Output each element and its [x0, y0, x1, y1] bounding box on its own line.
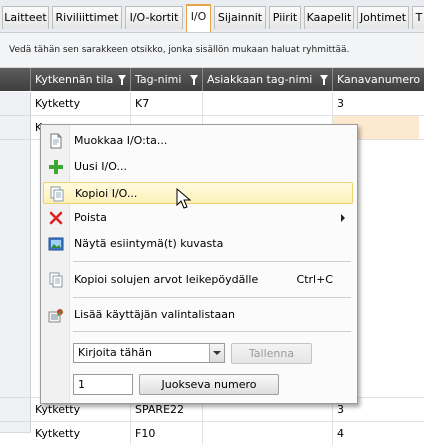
tab-johtimet[interactable]: Johtimet — [357, 6, 409, 29]
start-number-value: 1 — [78, 378, 85, 391]
column-header-status[interactable]: Kytkennän tila — [31, 68, 131, 91]
table-row[interactable]: Kytketty K7 3 — [31, 92, 424, 116]
menu-item-delete[interactable]: Poista — [43, 207, 353, 229]
column-header-tag[interactable]: Tag-nimi — [131, 68, 203, 91]
tab-more[interactable]: T — [412, 6, 424, 29]
start-number-field[interactable]: 1 — [73, 374, 133, 395]
tab-piirit[interactable]: Piirit — [269, 6, 301, 29]
cell-tag[interactable]: F10 — [131, 422, 203, 445]
menu-item-label: Poista — [74, 211, 107, 224]
clipboard-copy-icon — [49, 272, 63, 288]
row-selector[interactable] — [0, 398, 31, 422]
menu-item-new-io[interactable]: Uusi I/O... — [43, 156, 353, 178]
cell-status[interactable]: Kytketty — [31, 422, 131, 445]
menu-separator — [73, 331, 351, 332]
cell-customer-tag[interactable] — [203, 422, 333, 445]
menu-item-label: Muokkaa I/O:ta... — [74, 134, 168, 147]
cell-channel[interactable]: 4 — [333, 422, 424, 445]
tab-io-kortit[interactable]: I/O-kortit — [125, 6, 183, 29]
menu-item-copy-cells[interactable]: Kopioi solujen arvot leikepöydälle Ctrl+… — [43, 269, 353, 291]
tab-riviliittimet[interactable]: Riviliittimet — [52, 6, 122, 29]
column-header-tag-label: Tag-nimi — [135, 73, 182, 86]
row-selector[interactable] — [0, 422, 31, 433]
copy-icon — [50, 186, 64, 202]
column-header-channel-label: Kanavanumero — [337, 73, 421, 86]
context-menu: Muokkaa I/O:ta... Uusi I/O... Kopioi I/O… — [40, 124, 358, 404]
row-selector-header — [0, 68, 31, 91]
menu-item-edit-io[interactable]: Muokkaa I/O:ta... — [43, 130, 353, 152]
user-list-combobox[interactable]: Kirjoita tähän — [73, 343, 225, 363]
column-header-status-label: Kytkennän tila — [35, 73, 114, 86]
cell-status[interactable]: Kytketty — [31, 92, 131, 115]
sequence-number-button[interactable]: Juokseva numero — [139, 374, 279, 395]
table-row[interactable]: Kytketty F10 4 — [31, 422, 424, 445]
add-icon — [49, 160, 63, 174]
row-selector[interactable] — [0, 140, 31, 398]
submenu-arrow-icon — [341, 214, 345, 222]
menu-separator — [73, 297, 351, 298]
menu-item-add-to-user-list[interactable]: Lisää käyttäjän valintalistaan — [43, 304, 353, 326]
tab-io[interactable]: I/O — [186, 4, 211, 32]
menu-item-show-in-drawing[interactable]: Näytä esiintymä(t) kuvasta — [43, 233, 353, 255]
menu-item-label: Kopioi solujen arvot leikepöydälle — [74, 273, 259, 286]
cell-customer-tag[interactable] — [203, 92, 333, 115]
menu-item-label: Uusi I/O... — [74, 160, 127, 173]
menu-item-shortcut: Ctrl+C — [296, 273, 333, 286]
tab-kaapelit[interactable]: Kaapelit — [304, 6, 354, 29]
save-button[interactable]: Tallenna — [231, 343, 312, 364]
tab-laitteet[interactable]: Laitteet — [2, 6, 49, 29]
mouse-cursor-icon — [176, 188, 192, 209]
group-by-panel[interactable]: Vedä tähän sen sarakkeen otsikko, jonka … — [0, 33, 424, 68]
filter-icon[interactable] — [118, 75, 126, 85]
row-selector[interactable] — [0, 116, 31, 140]
column-header-channel[interactable]: Kanavanumero — [333, 68, 424, 91]
tab-bar: Laitteet Riviliittimet I/O-kortit I/O Si… — [0, 0, 424, 33]
filter-icon[interactable] — [320, 75, 328, 85]
cell-channel[interactable]: 3 — [333, 92, 424, 115]
cell-tag[interactable]: K7 — [131, 92, 203, 115]
menu-item-label: Kopioi I/O... — [75, 187, 138, 200]
chevron-down-icon[interactable] — [209, 344, 224, 362]
tab-sijainnit[interactable]: Sijainnit — [214, 6, 266, 29]
column-header-customer-tag[interactable]: Asiakkaan tag-nimi — [203, 68, 333, 91]
menu-item-copy-io[interactable]: Kopioi I/O... — [43, 182, 353, 204]
image-icon — [48, 237, 64, 251]
user-list-icon — [48, 309, 63, 323]
grid-header: Kytkennän tila Tag-nimi Asiakkaan tag-ni… — [0, 68, 424, 91]
combobox-placeholder: Kirjoita tähän — [78, 346, 152, 359]
menu-separator — [73, 261, 351, 262]
delete-icon — [49, 211, 63, 225]
edit-document-icon — [50, 133, 62, 149]
filter-icon[interactable] — [190, 75, 198, 85]
row-selector[interactable] — [0, 92, 31, 116]
column-header-customer-tag-label: Asiakkaan tag-nimi — [207, 73, 313, 86]
group-by-hint: Vedä tähän sen sarakkeen otsikko, jonka … — [9, 45, 350, 55]
menu-item-label: Lisää käyttäjän valintalistaan — [74, 308, 235, 321]
menu-item-label: Näytä esiintymä(t) kuvasta — [74, 237, 224, 250]
